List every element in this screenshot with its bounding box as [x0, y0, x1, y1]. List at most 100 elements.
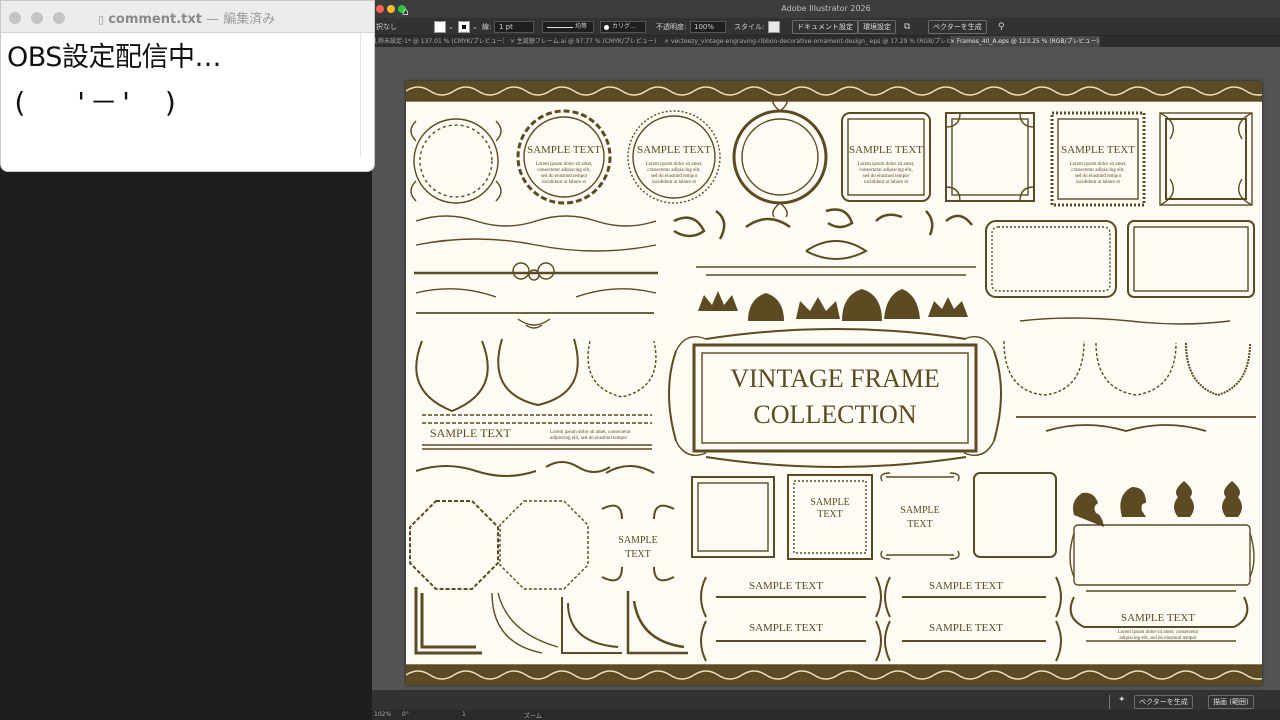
sample-text-1: SAMPLE TEXT — [527, 144, 601, 156]
zoom-button[interactable] — [53, 12, 65, 24]
tool-mode: ズーム — [524, 713, 542, 720]
sample-text-12: SAMPLE TEXT — [929, 622, 1003, 634]
circle-frame-3 — [627, 110, 721, 204]
sample-text-5: SAMPLE TEXT — [430, 426, 511, 440]
heraldic-icons — [1073, 481, 1242, 527]
textedit-window: ▯ comment.txt — 編集済み OBS設定配信中… ( '－' ) — [0, 0, 375, 172]
close-button[interactable] — [376, 5, 384, 13]
corner-2 — [491, 592, 559, 654]
wreath-right-1 — [1003, 340, 1085, 396]
tab-frame-ai[interactable]: × 生誕額フレーム.ai @ 97.77 % (CMYK/プレビュー) — [510, 36, 660, 47]
divider-right-2 — [1016, 416, 1256, 432]
selection-label: 択なし — [376, 23, 397, 31]
brush-dropdown[interactable]: カリグ... — [600, 21, 646, 33]
generate-vectors-status-button[interactable]: ベクターを生成 — [1134, 695, 1193, 709]
svg-text:incididunt ut labore et: incididunt ut labore et — [652, 180, 697, 185]
draw-mode-button[interactable]: 描画 (範囲) — [1208, 695, 1254, 709]
illustrator-titlebar: ⌂ Adobe Illustrator 2026 — [372, 0, 1280, 18]
opacity-label: 不透明度: — [656, 23, 687, 31]
top-border-band — [406, 81, 1262, 102]
scrollbar[interactable] — [360, 33, 361, 157]
main-title-line1: VINTAGE FRAME — [730, 364, 940, 393]
divider-4 — [415, 288, 657, 298]
document-icon: ▯ — [98, 13, 105, 26]
window-title: ▯ comment.txt — 編集済み — [98, 8, 275, 27]
sample-text-10: SAMPLE TEXT — [749, 622, 823, 634]
title-separator: — — [206, 12, 220, 27]
sample-text-9: SAMPLE TEXT — [749, 580, 823, 592]
square-frame-6 — [945, 112, 1035, 202]
rect-frame-right-2 — [1127, 220, 1255, 298]
tab-vecteezy-eps[interactable]: × vecteezy_vintage-engraving-ribbon-deco… — [664, 36, 950, 47]
wreath-1 — [415, 340, 489, 413]
document-setup-button[interactable]: ドキュメント設定 — [792, 20, 858, 34]
text-line-2[interactable]: ( '－' ) — [11, 81, 179, 121]
opacity-value: 100% — [694, 23, 715, 31]
sample-text-7b: TEXT — [817, 509, 843, 520]
text-area[interactable]: OBS設定配信中… ( '－' ) — [7, 33, 359, 157]
pin-icon[interactable]: ⚲ — [998, 21, 1005, 33]
chevron-down-icon[interactable]: ⌄ — [448, 21, 454, 33]
svg-text:adipiscing elit, sed do eiusmo: adipiscing elit, sed do eiusmod tempor — [550, 436, 628, 441]
generate-vectors-button[interactable]: ベクターを生成 — [928, 20, 987, 34]
stroke-profile-dropdown[interactable]: 均等 — [542, 21, 594, 33]
sample-text-13: SAMPLE TEXT — [1121, 612, 1195, 624]
sample-text-8b: TEXT — [907, 519, 933, 530]
rotation-angle[interactable]: 0° — [402, 711, 409, 718]
svg-text:incididunt ut labore et: incididunt ut labore et — [864, 180, 909, 185]
sparkle-icon[interactable]: ✦ — [1118, 695, 1126, 705]
preferences-button[interactable]: 環境設定 — [858, 20, 896, 34]
text-line-1[interactable]: OBS設定配信中… — [7, 35, 221, 74]
svg-text:Lorem ipsum dolor sit amet, co: Lorem ipsum dolor sit amet, consectetur — [1118, 630, 1199, 635]
svg-text:Lorem ipsum dolor sit amet,: Lorem ipsum dolor sit amet, — [1070, 162, 1127, 167]
illustrator-window: ⌂ Adobe Illustrator 2026 択なし ⌄ ⌄ 線: 1 pt… — [372, 0, 1280, 720]
arrange-icon[interactable]: ⧉ — [904, 21, 910, 33]
svg-text:Lorem ipsum dolor sit amet, co: Lorem ipsum dolor sit amet, consectetur — [550, 430, 631, 435]
divider-center — [696, 266, 976, 276]
wreath-3 — [587, 340, 657, 398]
canvas-area[interactable]: SAMPLE TEXT Lorem ipsum dolor sit amet, … — [372, 47, 1280, 690]
square-frame-8 — [1159, 112, 1253, 206]
sample-text-2: SAMPLE TEXT — [637, 144, 711, 156]
svg-text:incididunt ut labore et: incididunt ut labore et — [542, 180, 587, 185]
wreath-right-2 — [1095, 342, 1177, 396]
fill-swatch[interactable] — [434, 21, 446, 33]
minimize-button[interactable] — [387, 5, 395, 13]
sample-text-4: SAMPLE TEXT — [1061, 144, 1135, 156]
stroke-swatch[interactable] — [458, 21, 470, 33]
ribbon-frame-1 — [1073, 524, 1251, 586]
flourish-left-mid — [415, 461, 655, 477]
chevron-down-icon[interactable]: ⌄ — [472, 21, 478, 33]
corner-frame-mid-3 — [880, 472, 960, 560]
artwork-svg: SAMPLE TEXT Lorem ipsum dolor sit amet, … — [406, 81, 1262, 685]
sample-text-6b: TEXT — [625, 549, 651, 560]
tab-frames-40[interactable]: × Frames_40_A.eps @ 123.25 % (RGB/プレビュー) — [950, 36, 1100, 47]
filename: comment.txt — [108, 12, 202, 27]
close-button[interactable] — [9, 12, 21, 24]
wreath-right-3 — [1185, 342, 1251, 397]
minimize-button[interactable] — [31, 12, 43, 24]
corner-3 — [561, 597, 622, 654]
svg-text:Lorem ipsum dolor sit amet,: Lorem ipsum dolor sit amet, — [858, 162, 915, 167]
svg-text:sed do eiusmod tempor: sed do eiusmod tempor — [651, 174, 698, 179]
bottom-status-bar: 102% 0° 1 ズーム — [372, 710, 1280, 720]
textedit-titlebar: ▯ comment.txt — 編集済み — [1, 1, 374, 33]
style-swatch[interactable] — [768, 21, 780, 33]
divider-1 — [415, 215, 657, 227]
stroke-weight-value: 1 pt — [499, 23, 513, 31]
bottom-border-band — [406, 664, 1262, 685]
artboard[interactable]: SAMPLE TEXT Lorem ipsum dolor sit amet, … — [406, 81, 1262, 685]
rect-frame-right-1 — [985, 220, 1117, 298]
artboard-number[interactable]: 1 — [462, 711, 466, 718]
corner-4 — [626, 591, 688, 655]
brush-value: カリグ... — [612, 23, 636, 30]
zoom-level[interactable]: 102% — [374, 711, 391, 718]
svg-text:Lorem ipsum dolor sit amet,: Lorem ipsum dolor sit amet, — [536, 162, 593, 167]
divider-2 — [415, 238, 657, 252]
square-frame-mid-4 — [973, 472, 1057, 558]
sample-text-8a: SAMPLE — [900, 505, 939, 516]
stroke-weight-field[interactable]: 1 pt — [494, 21, 534, 33]
edited-status: 編集済み — [223, 12, 276, 27]
opacity-field[interactable]: 100% — [690, 21, 726, 33]
tab-untitled[interactable]: 札称未設定-1* @ 137.01 % (CMYK/プレビュー) — [372, 36, 504, 47]
